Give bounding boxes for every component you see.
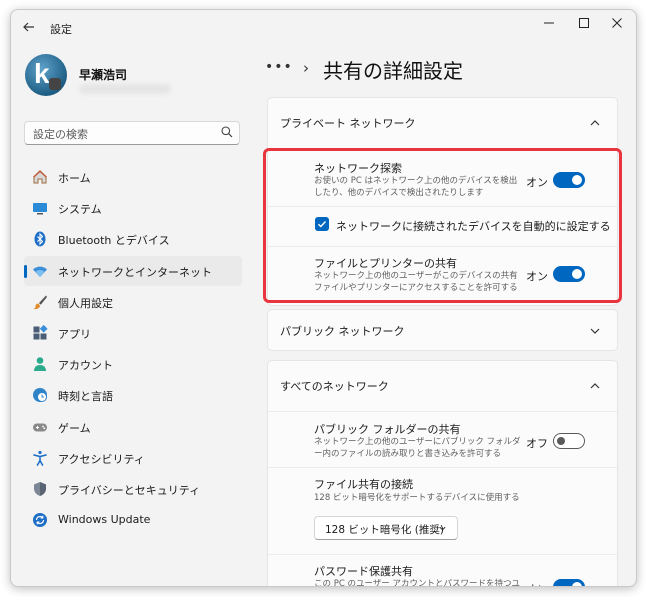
private-network-header[interactable]: プライベート ネットワーク xyxy=(268,98,617,148)
password-protected-sharing-toggle[interactable] xyxy=(553,579,585,586)
sidebar-item-label: プライバシーとセキュリティ xyxy=(58,483,201,497)
minimize-icon[interactable] xyxy=(533,15,565,37)
network-discovery-title: ネットワーク探索 xyxy=(314,162,402,175)
search-box[interactable] xyxy=(24,121,240,145)
password-protected-sharing-state: オン xyxy=(526,581,548,586)
public-folder-sharing-desc: ネットワーク上の他のユーザーにパブリック フォルダー内のファイルの読み取りと書き… xyxy=(314,437,521,459)
auto-setup-checkbox[interactable] xyxy=(315,217,329,231)
arrow-left-icon[interactable] xyxy=(21,20,37,36)
divider xyxy=(268,554,619,555)
all-networks-header[interactable]: すべてのネットワーク xyxy=(268,361,617,411)
network-discovery-toggle[interactable] xyxy=(553,172,585,188)
sidebar-item-windows-update[interactable]: Windows Update xyxy=(24,505,242,535)
home-icon xyxy=(33,170,47,184)
encryption-select-value: 128 ビット暗号化 (推奨) xyxy=(325,524,444,536)
sidebar-item-label: アカウント xyxy=(58,359,113,373)
page-title: 共有の詳細設定 xyxy=(323,59,463,83)
sidebar-nav: ホーム システム Bluetooth とデバイス ネットワークとインターネット … xyxy=(24,162,242,536)
all-networks-section: すべてのネットワーク パブリック フォルダーの共有 ネットワーク上の他のユーザー… xyxy=(267,360,619,587)
avatar[interactable]: k xyxy=(25,54,67,96)
sidebar-item-label: システム xyxy=(58,203,102,217)
sidebar-item-network[interactable]: ネットワークとインターネット xyxy=(24,255,242,286)
wifi-icon xyxy=(33,266,47,277)
divider xyxy=(268,206,619,207)
file-sharing-connections-desc: 128 ビット暗号化をサポートするデバイスに使用する xyxy=(314,493,520,503)
sidebar-item-apps[interactable]: アプリ xyxy=(24,318,242,348)
settings-window: 設定 k 早瀬浩司 ホーム システム xyxy=(10,9,637,587)
search-icon[interactable] xyxy=(220,125,234,139)
active-indicator xyxy=(24,264,27,278)
section-title: すべてのネットワーク xyxy=(280,380,389,393)
network-discovery-desc: お使いの PC はネットワーク上の他のデバイスを検出したり、他のデバイスで検出さ… xyxy=(314,176,518,198)
sidebar-item-label: Bluetooth とデバイス xyxy=(58,234,170,248)
clock-globe-icon xyxy=(33,388,47,403)
close-icon[interactable] xyxy=(601,15,633,37)
chevron-up-icon[interactable] xyxy=(589,117,601,129)
file-printer-sharing-desc: ネットワーク上の他のユーザーがこのデバイスの共有ファイルやプリンターにアクセスす… xyxy=(314,271,518,293)
public-folder-sharing-state: オフ xyxy=(526,437,548,450)
sidebar-item-personalization[interactable]: 個人用設定 xyxy=(24,287,242,317)
search-input[interactable] xyxy=(31,125,215,143)
accessibility-icon xyxy=(33,450,47,466)
sidebar-item-label: アクセシビリティ xyxy=(58,452,145,466)
file-sharing-connections-title: ファイル共有の接続 xyxy=(314,478,413,491)
sidebar-item-label: ネットワークとインターネット xyxy=(58,265,212,279)
brush-icon xyxy=(33,295,47,309)
sidebar-item-label: Windows Update xyxy=(58,513,151,527)
sidebar-item-label: 個人用設定 xyxy=(58,296,113,310)
sidebar-item-bluetooth[interactable]: Bluetooth とデバイス xyxy=(24,224,242,254)
private-network-section: プライベート ネットワーク ネットワーク探索 お使いの PC はネットワーク上の… xyxy=(267,97,619,306)
shield-icon xyxy=(34,481,46,496)
profile-email-redacted xyxy=(79,84,171,94)
chevron-down-icon[interactable] xyxy=(589,325,601,337)
divider xyxy=(268,467,619,468)
file-printer-sharing-state: オン xyxy=(526,270,548,283)
maximize-icon[interactable] xyxy=(568,15,600,37)
apps-icon xyxy=(33,324,48,340)
public-folder-sharing-title: パブリック フォルダーの共有 xyxy=(314,423,461,436)
public-network-section[interactable]: パブリック ネットワーク xyxy=(267,309,618,351)
chevron-down-icon xyxy=(439,526,446,531)
divider xyxy=(268,246,619,247)
password-protected-sharing-title: パスワード保護共有 xyxy=(314,565,413,578)
sidebar-item-label: ゲーム xyxy=(58,421,91,435)
bluetooth-icon xyxy=(34,231,46,247)
breadcrumb-more-button[interactable]: ••• xyxy=(265,59,293,75)
file-printer-sharing-toggle[interactable] xyxy=(553,266,585,282)
divider xyxy=(268,411,619,412)
sidebar-item-label: アプリ xyxy=(58,327,91,341)
sidebar-item-accounts[interactable]: アカウント xyxy=(24,349,242,379)
auto-setup-label[interactable]: ネットワークに接続されたデバイスを自動的に設定する xyxy=(336,218,611,234)
app-title: 設定 xyxy=(50,23,72,36)
gamepad-icon xyxy=(33,423,47,431)
password-protected-sharing-desc: この PC のユーザー アカウントとパスワードを持つユーザーだけが... xyxy=(314,579,520,587)
divider xyxy=(268,148,619,149)
sidebar-item-label: 時刻と言語 xyxy=(58,390,113,404)
section-title: パブリック ネットワーク xyxy=(280,325,405,338)
sidebar-item-label: ホーム xyxy=(58,172,91,185)
encryption-select[interactable]: 128 ビット暗号化 (推奨) xyxy=(314,516,458,540)
chevron-right-icon: › xyxy=(303,59,309,77)
display-icon xyxy=(33,203,47,215)
windows-update-icon xyxy=(33,513,47,528)
title-bar: 設定 xyxy=(11,10,636,46)
network-discovery-state: オン xyxy=(526,176,548,189)
sidebar-item-home[interactable]: ホーム xyxy=(24,162,242,192)
file-printer-sharing-title: ファイルとプリンターの共有 xyxy=(314,257,457,270)
chevron-up-icon[interactable] xyxy=(589,380,601,392)
sidebar-item-privacy[interactable]: プライバシーとセキュリティ xyxy=(24,474,242,504)
sidebar-item-accessibility[interactable]: アクセシビリティ xyxy=(24,443,242,473)
sidebar-item-time-language[interactable]: 時刻と言語 xyxy=(24,380,242,410)
section-title: プライベート ネットワーク xyxy=(280,117,416,130)
profile-name: 早瀬浩司 xyxy=(79,68,128,82)
sidebar-item-gaming[interactable]: ゲーム xyxy=(24,412,242,442)
sidebar-item-system[interactable]: システム xyxy=(24,193,242,223)
public-folder-sharing-toggle[interactable] xyxy=(553,433,585,449)
person-icon xyxy=(34,357,46,372)
